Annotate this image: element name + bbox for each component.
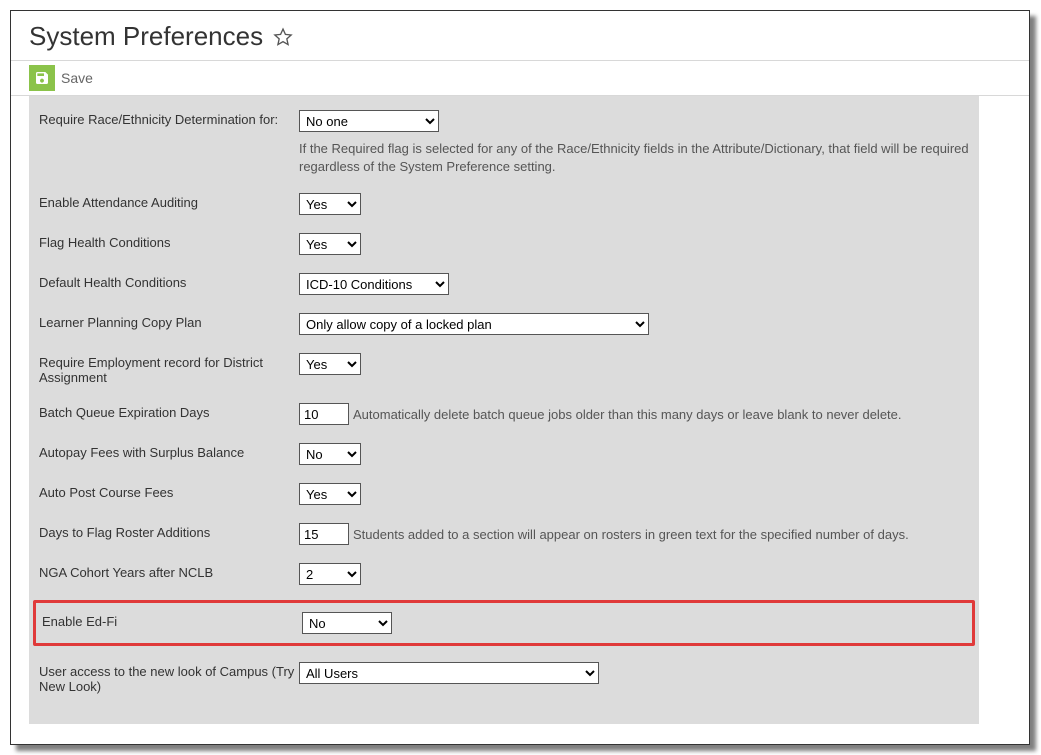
label-autopay-fees: Autopay Fees with Surplus Balance xyxy=(39,443,299,460)
label-employment-record: Require Employment record for District A… xyxy=(39,353,299,385)
label-default-health: Default Health Conditions xyxy=(39,273,299,290)
toolbar: Save xyxy=(11,60,1029,96)
row-autopost-fees: Auto Post Course Fees Yes xyxy=(39,483,969,505)
label-race-ethnicity: Require Race/Ethnicity Determination for… xyxy=(39,110,299,127)
input-batch-queue-days[interactable] xyxy=(299,403,349,425)
input-roster-days[interactable] xyxy=(299,523,349,545)
select-autopay-fees[interactable]: No xyxy=(299,443,361,465)
select-autopost-fees[interactable]: Yes xyxy=(299,483,361,505)
save-icon xyxy=(29,65,55,91)
row-nga-cohort: NGA Cohort Years after NCLB 2 xyxy=(39,563,969,585)
row-enable-edfi: Enable Ed-Fi No xyxy=(33,600,975,646)
row-autopay-fees: Autopay Fees with Surplus Balance No xyxy=(39,443,969,465)
label-new-look-access: User access to the new look of Campus (T… xyxy=(39,662,299,694)
label-roster-additions: Days to Flag Roster Additions xyxy=(39,523,299,540)
label-attendance-auditing: Enable Attendance Auditing xyxy=(39,193,299,210)
preferences-form: Require Race/Ethnicity Determination for… xyxy=(29,96,979,724)
select-learner-plan[interactable]: Only allow copy of a locked plan xyxy=(299,313,649,335)
row-new-look-access: User access to the new look of Campus (T… xyxy=(39,662,969,694)
hint-batch-queue: Automatically delete batch queue jobs ol… xyxy=(353,407,902,422)
label-autopost-fees: Auto Post Course Fees xyxy=(39,483,299,500)
label-batch-queue: Batch Queue Expiration Days xyxy=(39,403,299,420)
save-button-label: Save xyxy=(61,70,93,86)
select-employment-record[interactable]: Yes xyxy=(299,353,361,375)
select-default-health[interactable]: ICD-10 Conditions xyxy=(299,273,449,295)
page-header: System Preferences xyxy=(11,11,1029,60)
row-learner-plan: Learner Planning Copy Plan Only allow co… xyxy=(39,313,969,335)
select-race-ethnicity[interactable]: No one xyxy=(299,110,439,132)
page-title: System Preferences xyxy=(29,21,263,52)
row-roster-additions: Days to Flag Roster Additions Students a… xyxy=(39,523,969,545)
select-enable-edfi[interactable]: No xyxy=(302,612,392,634)
select-attendance-auditing[interactable]: Yes xyxy=(299,193,361,215)
hint-roster-additions: Students added to a section will appear … xyxy=(353,527,909,542)
label-nga-cohort: NGA Cohort Years after NCLB xyxy=(39,563,299,580)
select-flag-health[interactable]: Yes xyxy=(299,233,361,255)
label-flag-health: Flag Health Conditions xyxy=(39,233,299,250)
label-enable-edfi: Enable Ed-Fi xyxy=(42,612,302,629)
favorite-star-icon[interactable] xyxy=(273,27,293,47)
label-learner-plan: Learner Planning Copy Plan xyxy=(39,313,299,330)
row-attendance-auditing: Enable Attendance Auditing Yes xyxy=(39,193,969,215)
row-default-health: Default Health Conditions ICD-10 Conditi… xyxy=(39,273,969,295)
hint-race-ethnicity: If the Required flag is selected for any… xyxy=(299,140,969,175)
select-new-look-access[interactable]: All Users xyxy=(299,662,599,684)
row-employment-record: Require Employment record for District A… xyxy=(39,353,969,385)
preferences-window: System Preferences Save Require Race/Eth… xyxy=(10,10,1030,745)
row-flag-health: Flag Health Conditions Yes xyxy=(39,233,969,255)
save-button[interactable]: Save xyxy=(29,65,93,91)
select-nga-cohort[interactable]: 2 xyxy=(299,563,361,585)
row-race-ethnicity: Require Race/Ethnicity Determination for… xyxy=(39,110,969,175)
row-batch-queue: Batch Queue Expiration Days Automaticall… xyxy=(39,403,969,425)
